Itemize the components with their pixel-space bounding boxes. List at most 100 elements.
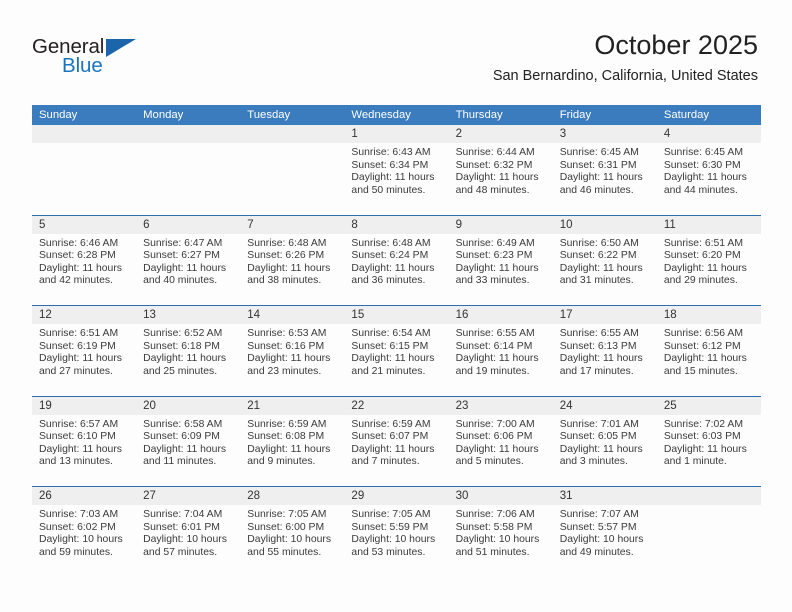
day-details: Sunrise: 7:03 AM Sunset: 6:02 PM Daylight:… [32,505,136,559]
daylight-line-2: and 11 minutes. [143,456,217,468]
day-cell[interactable]: 11 Sunrise: 6:51 AM Sunset: 6:20 PM Dayligh… [656,215,761,305]
weekday-header-row: Sunday Monday Tuesday Wednesday Thursday Frid… [32,105,761,125]
day-cell[interactable]: 22 Sunrise: 6:59 AM Sunset: 6:07 PM Dayligh… [344,396,449,486]
sunrise-time: Sunrise: 6:55 AM [559,328,639,339]
day-cell[interactable]: 14 Sunrise: 6:53 AM Sunset: 6:16 PM Dayligh… [240,306,345,396]
day-details: Sunrise: 6:55 AM Sunset: 6:14 PM Daylight:… [449,324,553,378]
weekday-header-wednesday: Wednesday [351,109,411,121]
daylight-line-2: and 57 minutes. [143,546,218,558]
day-cell[interactable]: 15 Sunrise: 6:54 AM Sunset: 6:15 PM Dayligh… [344,306,449,396]
day-cell[interactable]: 9 Sunrise: 6:49 AM Sunset: 6:23 PM Daylight… [448,215,553,305]
sunset-time: Sunset: 6:16 PM [247,340,325,352]
day-number: 27 [136,487,241,505]
daylight-line-2: and 15 minutes. [663,365,738,377]
day-cell[interactable]: 2 Sunrise: 6:44 AM Sunset: 6:32 PM Daylight… [448,125,553,215]
sunset-time: Sunset: 6:03 PM [663,431,741,443]
day-number: 22 [344,396,449,415]
day-cell-empty [32,125,137,215]
general-blue-logo[interactable]: General Blue [32,36,182,82]
daylight-line-2: and 3 minutes. [559,456,628,468]
sunrise-time: Sunrise: 6:48 AM [351,237,431,249]
sunrise-time: Sunrise: 6:52 AM [143,328,223,339]
week-row: 26 Sunrise: 7:03 AM Sunset: 6:02 PM Dayligh… [32,486,761,577]
sunset-time: Sunset: 6:06 PM [455,431,533,443]
day-cell[interactable]: 6 Sunrise: 6:47 AM Sunset: 6:27 PM Daylight… [136,215,241,305]
logo-text-blue: Blue [62,54,103,77]
day-number: 6 [136,215,241,234]
day-cell[interactable]: 3 Sunrise: 6:45 AM Sunset: 6:31 PM Daylight… [552,125,657,215]
day-cell[interactable]: 26 Sunrise: 7:03 AM Sunset: 6:02 PM Dayligh… [32,487,137,577]
day-number [136,125,241,143]
sunset-time: Sunset: 6:20 PM [663,250,741,262]
sunrise-time: Sunrise: 6:58 AM [143,418,223,430]
day-cell[interactable]: 28 Sunrise: 7:05 AM Sunset: 6:00 PM Dayligh… [240,487,345,577]
daylight-line-2: and 59 minutes. [39,546,113,558]
day-details: Sunrise: 6:53 AM Sunset: 6:16 PM Daylight:… [240,324,344,378]
daylight-line-1: Daylight: 11 hours [663,172,747,184]
day-number: 31 [552,487,657,505]
day-cell[interactable]: 8 Sunrise: 6:48 AM Sunset: 6:24 PM Daylight… [344,215,449,305]
daylight-line-2: and 44 minutes. [663,184,738,196]
day-cell[interactable]: 1 Sunrise: 6:43 AM Sunset: 6:34 PM Daylight… [344,125,449,215]
day-cell[interactable]: 4 Sunrise: 6:45 AM Sunset: 6:30 PM Daylight… [656,125,761,215]
daylight-line-1: Daylight: 11 hours [351,443,435,455]
daylight-line-2: and 55 minutes. [247,546,322,558]
day-cell[interactable]: 18 Sunrise: 6:56 AM Sunset: 6:12 PM Dayligh… [656,306,761,396]
day-cell[interactable]: 19 Sunrise: 6:57 AM Sunset: 6:10 PM Dayligh… [32,396,137,486]
daylight-line-1: Daylight: 11 hours [455,443,539,455]
day-number: 23 [448,396,553,415]
sunrise-time: Sunrise: 7:03 AM [39,509,119,520]
daylight-line-1: Daylight: 11 hours [663,353,747,365]
daylight-line-1: Daylight: 10 hours [247,534,332,546]
day-cell[interactable]: 5 Sunrise: 6:46 AM Sunset: 6:28 PM Daylight… [32,215,137,305]
daylight-line-1: Daylight: 11 hours [143,262,227,274]
sunrise-time: Sunrise: 6:48 AM [247,237,327,249]
daylight-line-2: and 49 minutes. [559,546,634,558]
sunset-time: Sunset: 6:15 PM [351,340,429,352]
day-details: Sunrise: 6:48 AM Sunset: 6:26 PM Daylight:… [240,234,344,288]
day-cell[interactable]: 23 Sunrise: 7:00 AM Sunset: 6:06 PM Dayligh… [448,396,553,486]
day-cell[interactable]: 13 Sunrise: 6:52 AM Sunset: 6:18 PM Dayligh… [136,306,241,396]
day-number: 12 [32,306,137,324]
sunrise-time: Sunrise: 7:05 AM [247,509,327,520]
location-subtitle: San Bernardino, California, United State… [492,68,758,84]
day-cell[interactable]: 16 Sunrise: 6:55 AM Sunset: 6:14 PM Dayligh… [448,306,553,396]
day-cell[interactable]: 12 Sunrise: 6:51 AM Sunset: 6:19 PM Dayligh… [32,306,137,396]
day-details: Sunrise: 6:43 AM Sunset: 6:34 PM Daylight:… [344,143,448,197]
sunrise-time: Sunrise: 6:59 AM [247,418,327,430]
day-details: Sunrise: 7:01 AM Sunset: 6:05 PM Daylight:… [553,415,657,469]
day-details: Sunrise: 6:50 AM Sunset: 6:22 PM Daylight:… [553,234,657,288]
calendar-grid: Sunday Monday Tuesday Wednesday Thursday Frid… [32,105,761,577]
day-cell[interactable]: 10 Sunrise: 6:50 AM Sunset: 6:22 PM Dayligh… [552,215,657,305]
sunset-time: Sunset: 6:14 PM [455,340,533,352]
day-details: Sunrise: 7:04 AM Sunset: 6:01 PM Daylight:… [136,505,240,559]
day-cell-empty [136,125,241,215]
day-cell[interactable]: 24 Sunrise: 7:01 AM Sunset: 6:05 PM Dayligh… [552,396,657,486]
day-number: 1 [344,125,449,143]
day-cell[interactable]: 7 Sunrise: 6:48 AM Sunset: 6:26 PM Daylight… [240,215,345,305]
daylight-line-1: Daylight: 11 hours [247,443,331,455]
sunset-time: Sunset: 6:07 PM [351,431,429,443]
day-number: 18 [656,306,761,324]
day-number: 2 [448,125,553,143]
day-cell[interactable]: 25 Sunrise: 7:02 AM Sunset: 6:03 PM Dayligh… [656,396,761,486]
week-row: 1 Sunrise: 6:43 AM Sunset: 6:34 PM Daylight… [32,125,761,215]
day-number: 15 [344,306,449,324]
daylight-line-2: and 5 minutes. [455,456,524,468]
sunrise-time: Sunrise: 6:57 AM [39,418,119,430]
sunset-time: Sunset: 6:01 PM [143,521,220,533]
sunrise-time: Sunrise: 6:45 AM [663,147,743,158]
sunset-time: Sunset: 6:19 PM [39,340,116,352]
sunrise-time: Sunrise: 6:50 AM [559,237,639,249]
daylight-line-1: Daylight: 11 hours [455,172,539,184]
day-cell[interactable]: 29 Sunrise: 7:05 AM Sunset: 5:59 PM Dayligh… [344,487,449,577]
day-cell[interactable]: 27 Sunrise: 7:04 AM Sunset: 6:01 PM Dayligh… [136,487,241,577]
day-cell[interactable]: 21 Sunrise: 6:59 AM Sunset: 6:08 PM Dayligh… [240,396,345,486]
day-cell[interactable]: 17 Sunrise: 6:55 AM Sunset: 6:13 PM Dayligh… [552,306,657,396]
day-cell[interactable]: 31 Sunrise: 7:07 AM Sunset: 5:57 PM Dayligh… [552,487,657,577]
daylight-line-2: and 7 minutes. [351,456,420,468]
day-cell[interactable]: 30 Sunrise: 7:06 AM Sunset: 5:58 PM Dayligh… [448,487,553,577]
daylight-line-1: Daylight: 10 hours [455,534,540,546]
day-cell[interactable]: 20 Sunrise: 6:58 AM Sunset: 6:09 PM Dayligh… [136,396,241,486]
daylight-line-2: and 46 minutes. [559,184,634,196]
